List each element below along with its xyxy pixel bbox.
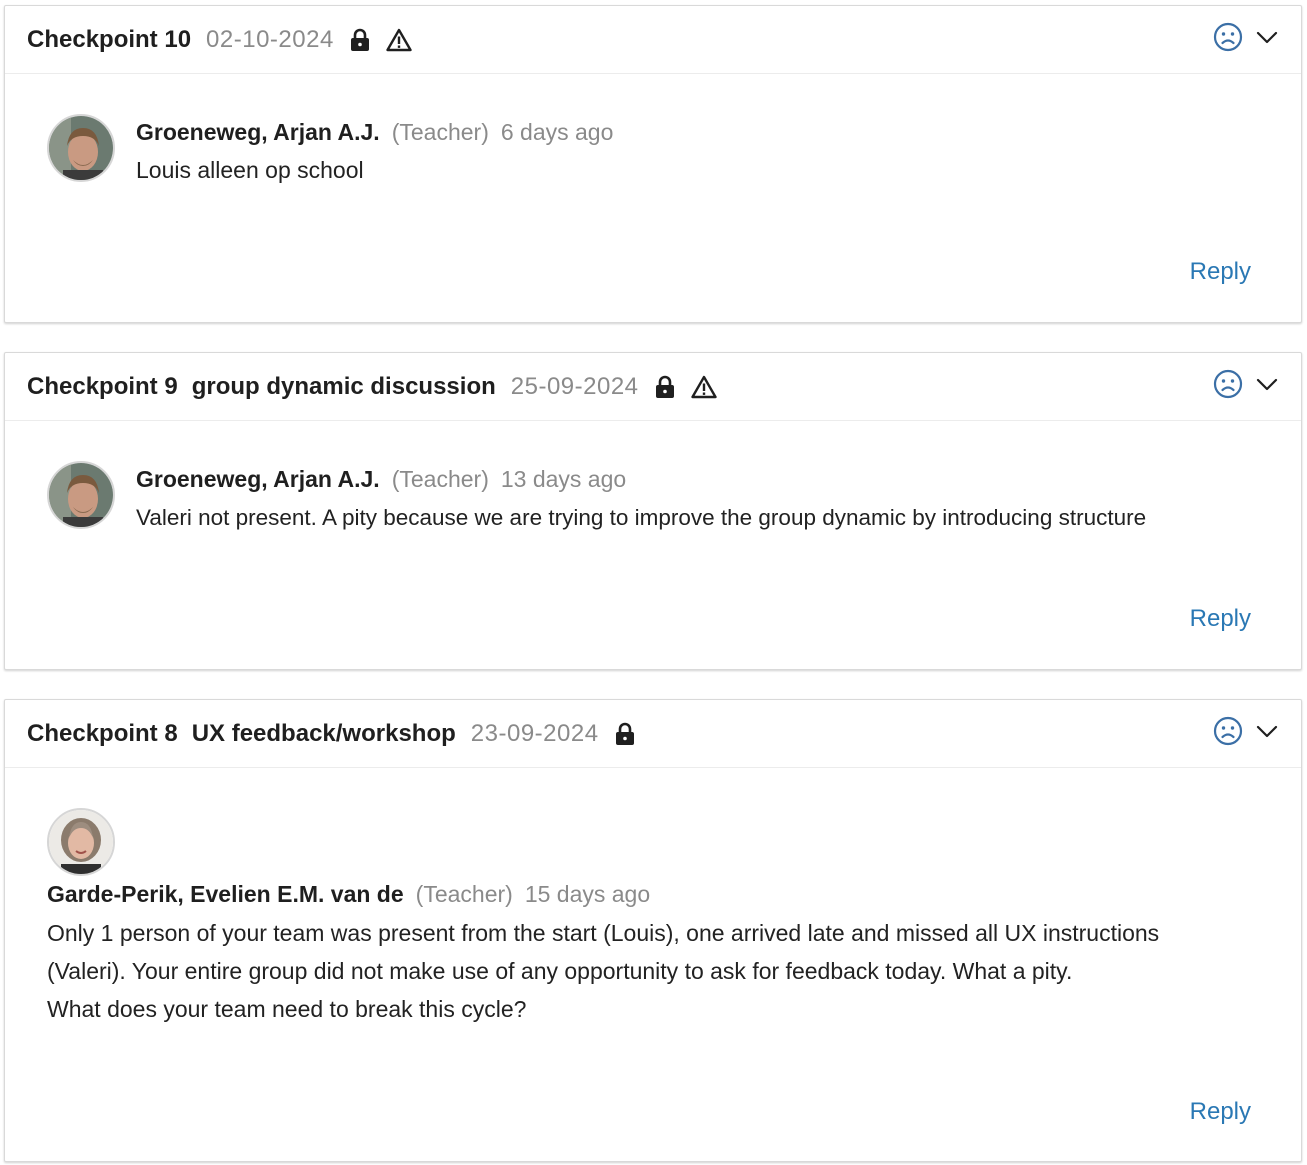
checkpoint-date: 23-09-2024 [470,719,599,747]
comment-line: What does your team need to break this c… [47,996,527,1022]
checkpoint-header[interactable]: Checkpoint 9 group dynamic discussion 25… [5,353,1301,421]
checkpoint-card: Checkpoint 8 UX feedback/workshop 23-09-… [4,699,1302,1162]
avatar [47,461,115,529]
lock-icon [615,722,635,746]
comment-time: 6 days ago [500,119,614,145]
comment-time: 13 days ago [500,466,627,492]
comment-line: Louis alleen op school [136,157,364,183]
comment-time: 15 days ago [524,881,651,907]
comment-author: Garde-Perik, Evelien E.M. van de [47,881,404,907]
sad-face-icon[interactable] [1213,716,1243,751]
comment-message: Only 1 person of your team was present f… [47,914,1159,1028]
comment: Garde-Perik, Evelien E.M. van de (Teacher… [5,768,1301,1161]
checkpoint-date: 02-10-2024 [206,25,334,53]
checkpoint-title: Checkpoint 8 [27,719,178,747]
avatar [47,808,115,876]
comment-message: Valeri not present. A pity because we ar… [136,499,1146,537]
comment: Groeneweg, Arjan A.J. (Teacher) 6 days ago… [5,74,1301,322]
comment: Groeneweg, Arjan A.J. (Teacher) 13 days ag… [5,421,1301,669]
reply-link[interactable]: Reply [1190,605,1251,633]
checkpoint-subtitle: UX feedback/workshop [191,719,456,747]
lock-icon [655,375,675,399]
comment-message: Louis alleen op school [136,151,364,189]
checkpoint-card: Checkpoint 9 group dynamic discussion 25… [4,352,1302,670]
reply-link[interactable]: Reply [1190,1098,1251,1126]
comment-role: (Teacher) [415,881,513,907]
chevron-down-icon[interactable] [1255,25,1279,54]
chevron-down-icon[interactable] [1255,719,1279,748]
comment-line: Valeri not present. A pity because we ar… [136,505,1147,530]
sad-face-icon[interactable] [1213,369,1243,404]
checkpoint-title: Checkpoint 9 [27,372,178,400]
comment-line: (Valeri). Your entire group did not make… [47,958,1073,984]
warning-icon [690,375,717,399]
reply-link[interactable]: Reply [1190,258,1251,286]
checkpoint-title: Checkpoint 10 [27,25,192,53]
checkpoint-card: Checkpoint 10 02-10-2024 Groeneweg, Arja… [4,5,1302,323]
checkpoint-date: 25-09-2024 [510,372,639,400]
header-actions [1213,22,1279,57]
comment-author: Groeneweg, Arjan A.J. [136,119,380,145]
comment-meta: Groeneweg, Arjan A.J. (Teacher) 6 days ago [136,119,613,146]
checkpoint-header[interactable]: Checkpoint 10 02-10-2024 [5,6,1301,74]
header-actions [1213,716,1279,751]
sad-face-icon[interactable] [1213,22,1243,57]
lock-icon [350,28,370,52]
comment-role: (Teacher) [391,119,489,145]
comment-line: Only 1 person of your team was present f… [47,920,1160,946]
chevron-down-icon[interactable] [1255,372,1279,401]
comment-author: Groeneweg, Arjan A.J. [136,466,380,492]
comment-meta: Garde-Perik, Evelien E.M. van de (Teacher… [47,881,650,908]
checkpoint-header[interactable]: Checkpoint 8 UX feedback/workshop 23-09-… [5,700,1301,768]
checkpoint-subtitle: group dynamic discussion [191,372,496,400]
warning-icon [386,28,412,52]
avatar [47,114,115,182]
comment-meta: Groeneweg, Arjan A.J. (Teacher) 13 days ag… [136,466,626,493]
comment-role: (Teacher) [391,466,489,492]
header-actions [1213,369,1279,404]
